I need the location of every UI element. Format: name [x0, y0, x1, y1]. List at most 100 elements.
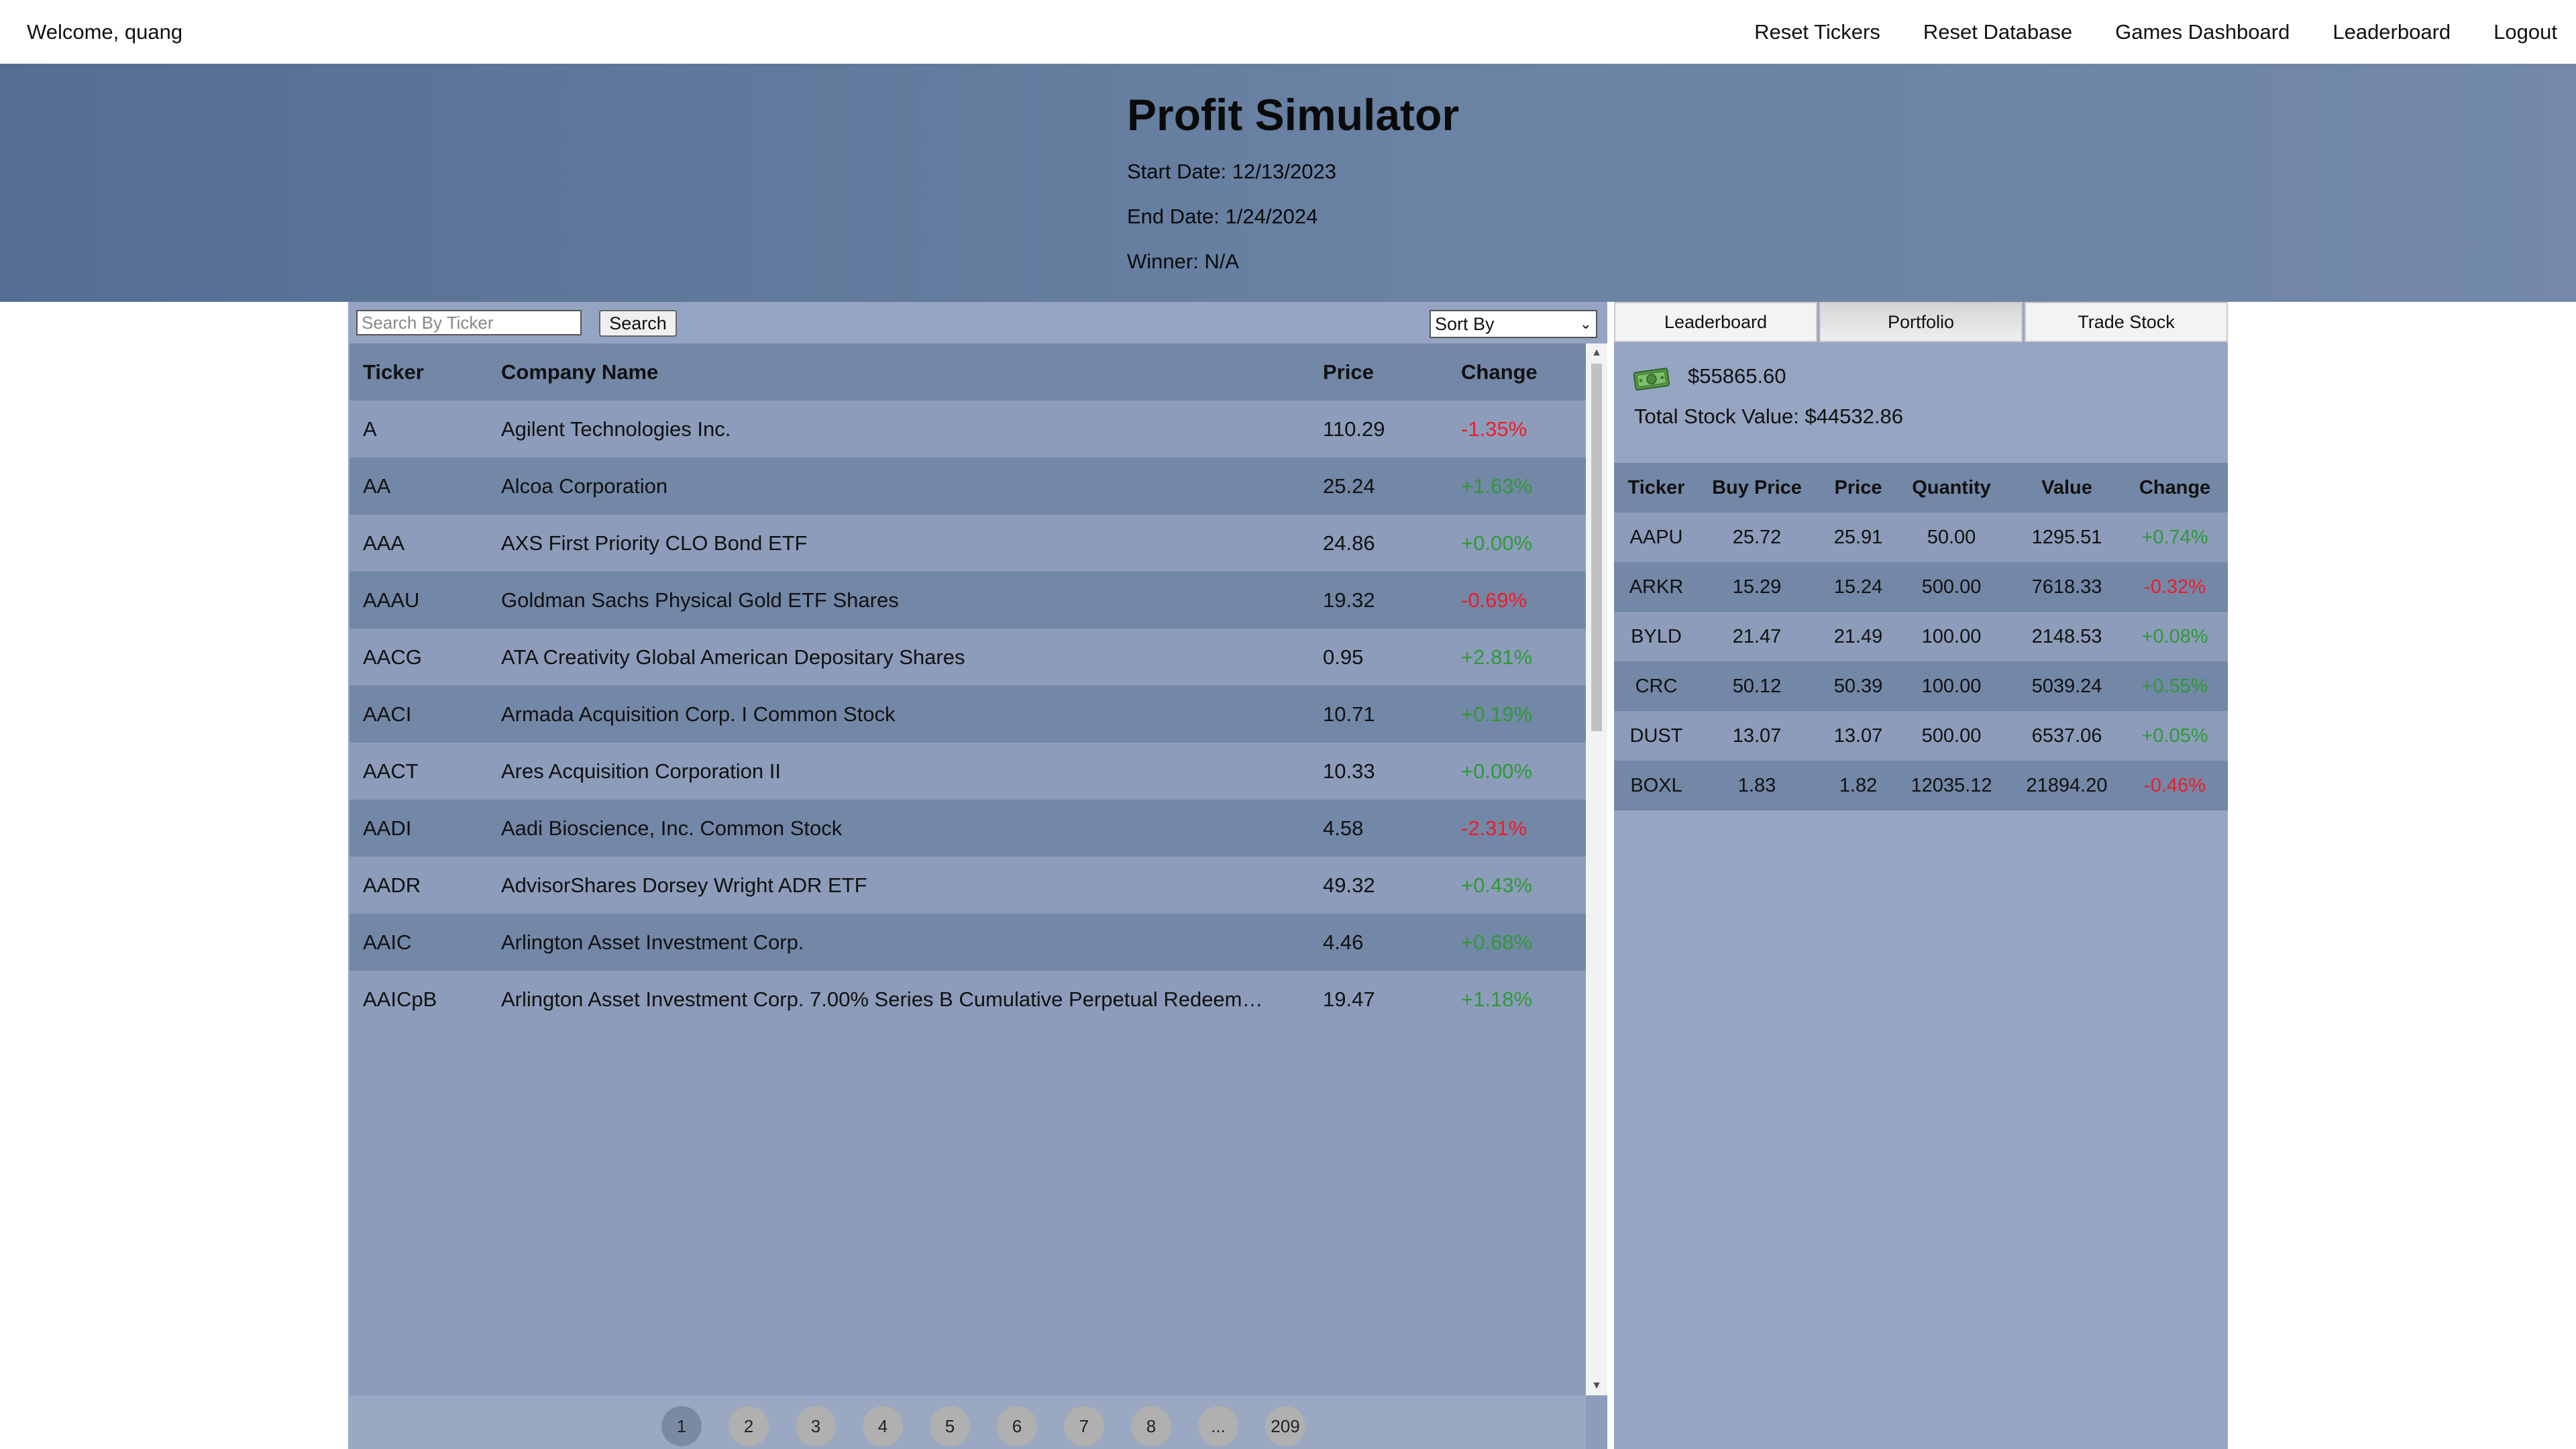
- cell-ticker: ARKR: [1629, 576, 1684, 598]
- table-row[interactable]: AAAU Goldman Sachs Physical Gold ETF Shar…: [350, 572, 1586, 629]
- cell-company: Ares Acquisition Corporation II: [501, 759, 781, 783]
- cell-price: 4.46: [1323, 930, 1364, 954]
- page-button-7[interactable]: 7: [1064, 1406, 1104, 1446]
- nav-links: Reset Tickers Reset Database Games Dashb…: [1711, 0, 2557, 64]
- portfolio-panel: Leaderboard Portfolio Trade Stock $55865…: [1614, 302, 2228, 1449]
- page-button-4[interactable]: 4: [863, 1406, 903, 1446]
- market-toolbar: Search Sort By ⌄: [350, 302, 1607, 343]
- column-header-ticker[interactable]: Ticker: [363, 343, 424, 400]
- portfolio-table-header: Ticker Buy Price Price Quantity Value Ch…: [1614, 463, 2228, 513]
- cell-value: 21894.20: [2026, 775, 2108, 796]
- cell-change: +2.81%: [1461, 645, 1533, 669]
- cell-change: +0.74%: [2141, 527, 2208, 548]
- ticker-search-input[interactable]: [356, 310, 582, 335]
- cell-price: 50.39: [1833, 676, 1883, 697]
- sort-by-select[interactable]: Sort By ⌄: [1430, 310, 1597, 338]
- games-dashboard-link[interactable]: Games Dashboard: [2115, 0, 2290, 64]
- cell-value: 5039.24: [2031, 676, 2102, 697]
- tab-leaderboard[interactable]: Leaderboard: [1614, 302, 1817, 342]
- cell-change: -0.69%: [1461, 588, 1527, 612]
- cell-price: 0.95: [1323, 645, 1364, 669]
- cell-ticker: AACT: [363, 759, 419, 783]
- cell-price: 19.47: [1323, 987, 1375, 1011]
- table-row[interactable]: AAIC Arlington Asset Investment Corp. 4.46…: [350, 914, 1586, 971]
- cell-price: 15.24: [1833, 576, 1883, 598]
- cell-change: +0.05%: [2141, 725, 2208, 747]
- table-row[interactable]: AA Alcoa Corporation 25.24 +1.63%: [350, 458, 1586, 515]
- column-header-change[interactable]: Change: [1461, 343, 1538, 400]
- holding-row[interactable]: AAPU 25.72 25.91 50.00 1295.51 +0.74%: [1614, 513, 2228, 562]
- table-row[interactable]: AADI Aadi Bioscience, Inc. Common Stock 4.…: [350, 800, 1586, 857]
- cell-ticker: AAICpB: [363, 987, 437, 1011]
- holding-row[interactable]: BOXL 1.83 1.82 12035.12 21894.20 -0.46%: [1614, 761, 2228, 810]
- money-icon: [1633, 368, 1670, 391]
- search-button[interactable]: Search: [599, 310, 677, 337]
- page-button-8[interactable]: 8: [1131, 1406, 1171, 1446]
- cell-ticker: CRC: [1635, 676, 1678, 697]
- column-header-company[interactable]: Company Name: [501, 343, 1286, 400]
- holding-row[interactable]: CRC 50.12 50.39 100.00 5039.24 +0.55%: [1614, 661, 2228, 711]
- cell-company: Alcoa Corporation: [501, 474, 668, 498]
- logout-link[interactable]: Logout: [2493, 0, 2557, 64]
- holding-row[interactable]: ARKR 15.29 15.24 500.00 7618.33 -0.32%: [1614, 562, 2228, 612]
- stock-table-header: Ticker Company Name Price Change: [350, 343, 1586, 400]
- leaderboard-link[interactable]: Leaderboard: [2332, 0, 2451, 64]
- column-header-buy-price: Buy Price: [1712, 477, 1802, 498]
- column-header-price: Price: [1834, 477, 1882, 498]
- cell-ticker: AADR: [363, 873, 421, 897]
- cell-ticker: AAA: [363, 531, 405, 555]
- cell-change: -1.35%: [1461, 417, 1527, 441]
- table-row[interactable]: A Agilent Technologies Inc. 110.29 -1.35%: [350, 400, 1586, 458]
- cell-value: 7618.33: [2031, 576, 2102, 598]
- market-panel: Search Sort By ⌄ Ticker Company Name Pri…: [348, 302, 1607, 1449]
- holding-row[interactable]: DUST 13.07 13.07 500.00 6537.06 +0.05%: [1614, 711, 2228, 761]
- cell-buy-price: 25.72: [1732, 527, 1782, 548]
- cell-quantity: 100.00: [1921, 676, 1982, 697]
- cell-company: Arlington Asset Investment Corp. 7.00% S…: [501, 987, 1263, 1011]
- table-row[interactable]: AACG ATA Creativity Global American Depos…: [350, 629, 1586, 686]
- table-row[interactable]: AADR AdvisorShares Dorsey Wright ADR ETF 4…: [350, 857, 1586, 914]
- page-ellipsis: ...: [1198, 1406, 1238, 1446]
- scrollbar-thumb[interactable]: [1591, 364, 1602, 731]
- tab-trade-stock[interactable]: Trade Stock: [2025, 302, 2228, 342]
- game-banner: Profit Simulator Start Date: 12/13/2023 …: [0, 64, 2576, 302]
- scroll-down-icon[interactable]: ▼: [1586, 1377, 1607, 1395]
- cell-ticker: AA: [363, 474, 391, 498]
- column-header-value: Value: [2041, 477, 2092, 498]
- cell-company: AXS First Priority CLO Bond ETF: [501, 531, 808, 555]
- side-tabs: Leaderboard Portfolio Trade Stock: [1614, 302, 2228, 342]
- cell-ticker: AAAU: [363, 588, 420, 612]
- reset-database-link[interactable]: Reset Database: [1923, 0, 2072, 64]
- page-button-3[interactable]: 3: [796, 1406, 836, 1446]
- cell-price: 19.32: [1323, 588, 1375, 612]
- cell-price: 25.91: [1833, 527, 1883, 548]
- tab-portfolio[interactable]: Portfolio: [1819, 302, 2023, 342]
- page-button-6[interactable]: 6: [997, 1406, 1037, 1446]
- cell-ticker: AAPU: [1629, 527, 1683, 548]
- reset-tickers-link[interactable]: Reset Tickers: [1754, 0, 1880, 64]
- table-row[interactable]: AACT Ares Acquisition Corporation II 10.33…: [350, 743, 1586, 800]
- table-row[interactable]: AACI Armada Acquisition Corp. I Common St…: [350, 686, 1586, 743]
- page-button-2[interactable]: 2: [729, 1406, 769, 1446]
- cell-price: 10.71: [1323, 702, 1375, 726]
- table-row[interactable]: AAA AXS First Priority CLO Bond ETF 24.86 +…: [350, 515, 1586, 572]
- cell-price: 25.24: [1323, 474, 1375, 498]
- cell-change: +0.43%: [1461, 873, 1533, 897]
- total-stock-value: Total Stock Value: $44532.86: [1634, 405, 1903, 428]
- cell-change: +0.00%: [1461, 531, 1533, 555]
- cell-change: -0.32%: [2144, 576, 2206, 598]
- page-button-5[interactable]: 5: [930, 1406, 970, 1446]
- column-header-price[interactable]: Price: [1323, 343, 1374, 400]
- cell-buy-price: 13.07: [1732, 725, 1782, 747]
- page-button-1[interactable]: 1: [661, 1406, 702, 1446]
- cell-ticker: BOXL: [1630, 775, 1682, 796]
- stock-table-scrollbar[interactable]: ▲ ▼: [1586, 343, 1607, 1395]
- cell-price: 49.32: [1323, 873, 1375, 897]
- scroll-up-icon[interactable]: ▲: [1586, 343, 1607, 362]
- holding-row[interactable]: BYLD 21.47 21.49 100.00 2148.53 +0.08%: [1614, 612, 2228, 661]
- cell-ticker: BYLD: [1631, 626, 1682, 647]
- cell-quantity: 50.00: [1927, 527, 1976, 548]
- cell-ticker: A: [363, 417, 377, 441]
- table-row[interactable]: AAICpB Arlington Asset Investment Corp. 7…: [350, 971, 1586, 1025]
- page-button-209[interactable]: 209: [1265, 1406, 1305, 1446]
